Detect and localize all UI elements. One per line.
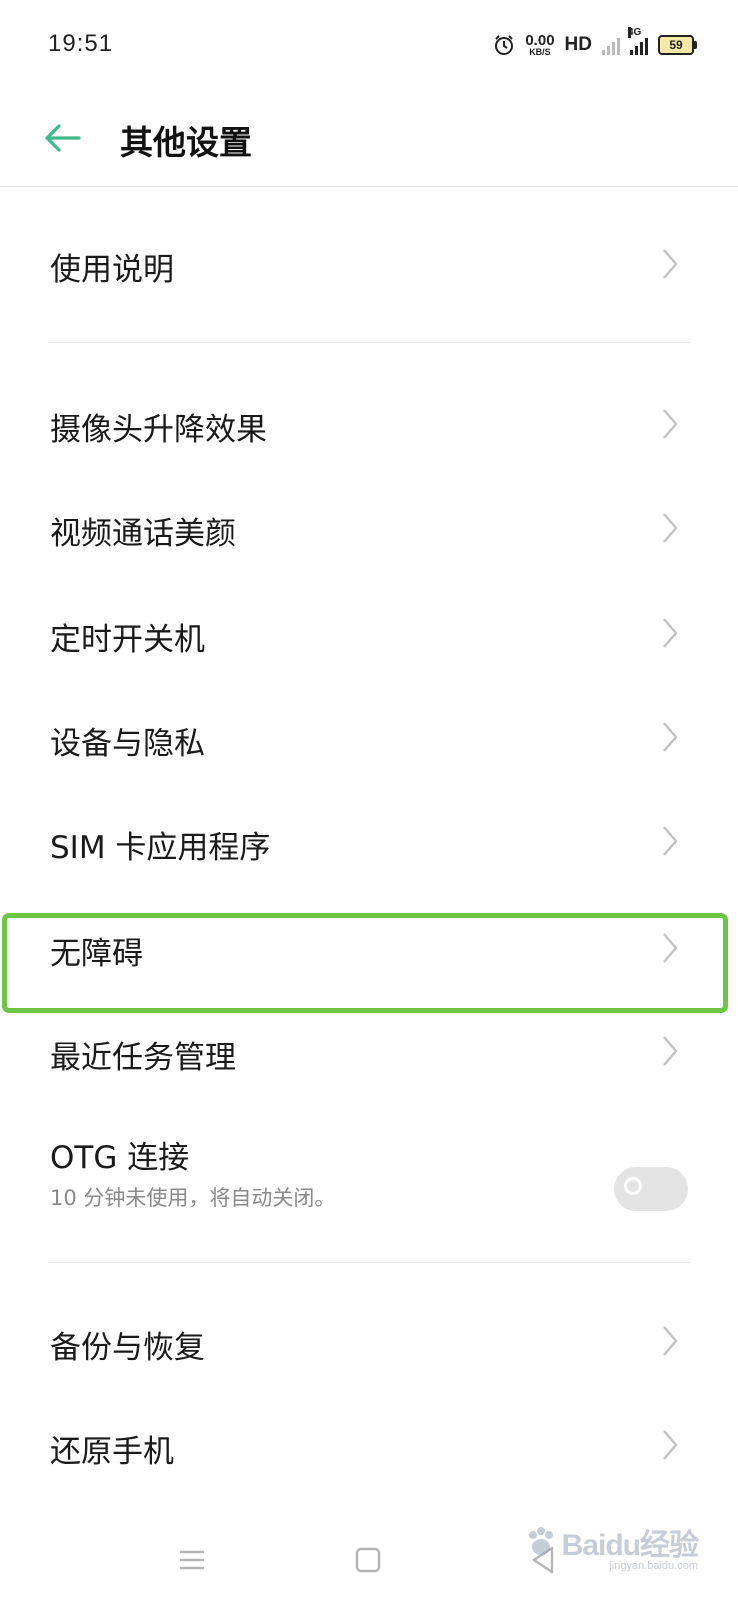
menu-item-camera-lift-effect[interactable]: 摄像头升降效果 xyxy=(0,370,738,476)
menu-item-label: 使用说明 xyxy=(50,252,174,288)
menu-item-label: 还原手机 xyxy=(50,1434,174,1470)
back-button[interactable] xyxy=(36,112,88,164)
menu-item-label: 最近任务管理 xyxy=(50,1040,236,1076)
menu-icon[interactable] xyxy=(172,1540,212,1580)
otg-subtitle: 10 分钟未使用，将自动关闭。 xyxy=(50,1186,336,1210)
section-divider xyxy=(48,342,690,343)
back-arrow-icon xyxy=(45,124,81,152)
menu-item-label: 定时开关机 xyxy=(50,622,205,658)
menu-item-reset-phone[interactable]: 还原手机 xyxy=(0,1394,738,1498)
hd-voice-indicator: HD xyxy=(564,34,592,55)
battery-icon: 59 xyxy=(658,35,697,55)
network-speed: 0.00 KB/S xyxy=(525,33,554,57)
watermark-text: Baidu经验 xyxy=(561,1529,699,1562)
chevron-right-icon xyxy=(663,249,678,279)
chevron-right-icon xyxy=(663,618,678,648)
watermark-url: jingyan.baidu.com xyxy=(609,1560,698,1572)
highlight-box xyxy=(2,913,728,1013)
menu-item-label: 视频通话美颜 xyxy=(50,516,236,552)
chevron-right-icon xyxy=(663,513,678,543)
chevron-right-icon xyxy=(663,826,678,856)
menu-item-video-call-beauty[interactable]: 视频通话美颜 xyxy=(0,476,738,582)
status-icons: 0.00 KB/S HD 4G 59 xyxy=(493,27,697,60)
sim2-signal-icon: 4G xyxy=(628,27,648,55)
section-divider xyxy=(48,1262,690,1263)
menu-item-label: SIM 卡应用程序 xyxy=(50,830,271,866)
menu-item-label: 设备与隐私 xyxy=(50,726,205,762)
alarm-icon xyxy=(495,35,514,55)
menu-item-sim-apps[interactable]: SIM 卡应用程序 xyxy=(0,790,738,894)
network-speed-value: 0.00 xyxy=(525,32,555,49)
home-icon[interactable] xyxy=(348,1540,388,1580)
page-title: 其他设置 xyxy=(120,123,252,162)
menu-item-scheduled-power[interactable]: 定时开关机 xyxy=(0,582,738,686)
sim1-signal-icon xyxy=(602,35,620,55)
menu-item-label: 备份与恢复 xyxy=(50,1330,205,1366)
paw-icon xyxy=(528,1527,553,1555)
baidu-watermark: Baidu经验 jingyan.baidu.com xyxy=(524,1520,699,1572)
chevron-right-icon xyxy=(663,409,678,439)
chevron-right-icon xyxy=(663,1326,678,1356)
menu-item-backup-restore[interactable]: 备份与恢复 xyxy=(0,1290,738,1394)
menu-item-label: 摄像头升降效果 xyxy=(50,412,267,448)
toggle-knob xyxy=(624,1177,642,1195)
network-speed-unit: KB/S xyxy=(529,47,551,57)
status-time: 19:51 xyxy=(48,30,114,57)
network-type: 4G xyxy=(628,27,642,38)
chevron-right-icon xyxy=(663,1036,678,1066)
menu-item-device-privacy[interactable]: 设备与隐私 xyxy=(0,686,738,790)
chevron-right-icon xyxy=(663,1430,678,1460)
chevron-right-icon xyxy=(663,722,678,752)
app-header: 其他设置 xyxy=(0,90,738,187)
menu-item-recent-tasks[interactable]: 最近任务管理 xyxy=(0,1000,738,1104)
status-bar: 19:51 0.00 KB/S HD 4G 59 xyxy=(0,0,738,90)
otg-title: OTG 连接 xyxy=(50,1140,190,1176)
otg-toggle[interactable] xyxy=(614,1167,688,1211)
menu-item-usage-guide[interactable]: 使用说明 xyxy=(0,210,738,318)
